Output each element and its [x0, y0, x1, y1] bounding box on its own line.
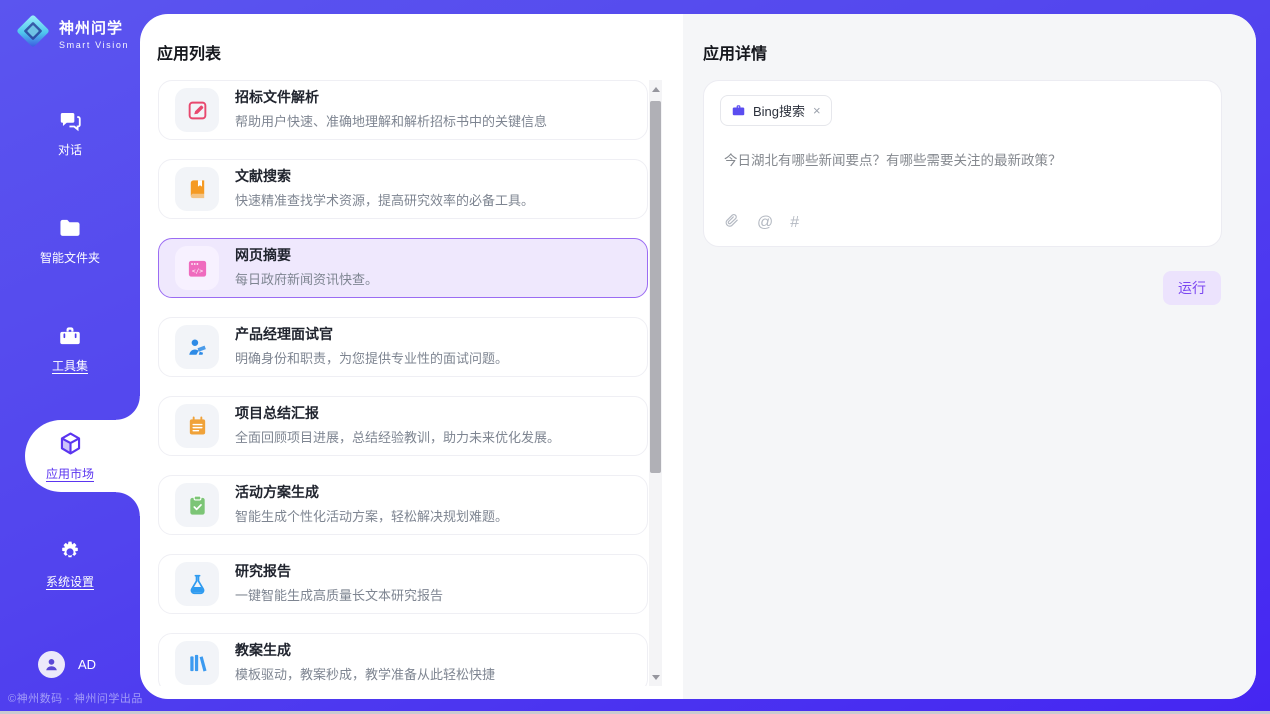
app-name: 项目总结汇报 [235, 406, 560, 420]
attachment-button[interactable]: # [790, 214, 799, 232]
sidebar-nav-label: 系统设置 [46, 573, 94, 590]
report-note-icon [175, 404, 219, 448]
app-name: 研究报告 [235, 564, 443, 578]
tool-tag-bing-search[interactable]: Bing搜索 × [720, 95, 832, 126]
sidebar: 神州问学 Smart Vision 对话 智能文件夹 工具集 应用市场 [0, 0, 140, 714]
cube-icon [57, 430, 84, 457]
app-card[interactable]: 文献搜索 快速精准查找学术资源，提高研究效率的必备工具。 [158, 159, 648, 219]
attachment-button[interactable]: @ [757, 214, 773, 232]
person-icon [43, 656, 60, 673]
scrollbar-thumb[interactable] [650, 101, 661, 473]
attachment-button[interactable] [723, 212, 740, 234]
tool-tag-label: Bing搜索 [753, 101, 805, 120]
tag-close-icon[interactable]: × [813, 103, 821, 118]
user-avatar [38, 651, 65, 678]
sidebar-nav-item[interactable]: 应用市场 [0, 420, 140, 492]
sidebar-nav-label: 工具集 [52, 357, 88, 374]
prompt-input[interactable]: 今日湖北有哪些新闻要点？有哪些需要关注的最新政策？ [724, 151, 1201, 171]
sidebar-nav-item[interactable]: 工具集 [0, 312, 140, 384]
app-list-title: 应用列表 [157, 40, 221, 64]
logo-subtitle: Smart Vision [59, 40, 129, 50]
app-card[interactable]: 产品经理面试官 明确身份和职责，为您提供专业性的面试问题。 [158, 317, 648, 377]
app-description: 快速精准查找学术资源，提高研究效率的必备工具。 [235, 190, 534, 209]
sidebar-nav-label: 应用市场 [46, 465, 94, 482]
research-icon [175, 562, 219, 606]
app-description: 帮助用户快速、准确地理解和解析招标书中的关键信息 [235, 111, 547, 130]
browser-code-icon: </> [175, 246, 219, 290]
app-card[interactable]: 项目总结汇报 全面回顾项目进展，总结经验教训，助力未来优化发展。 [158, 396, 648, 456]
app-card[interactable]: 活动方案生成 智能生成个性化活动方案，轻松解决规划难题。 [158, 475, 648, 535]
app-name: 教案生成 [235, 643, 495, 657]
books-icon [175, 641, 219, 685]
app-card[interactable]: </> 网页摘要 每日政府新闻资讯快查。 [158, 238, 648, 298]
run-button[interactable]: 运行 [1163, 271, 1221, 305]
app-description: 全面回顾项目进展，总结经验教训，助力未来优化发展。 [235, 427, 560, 446]
at-sign-icon: @ [757, 214, 773, 232]
app-name: 文献搜索 [235, 169, 534, 183]
app-description: 一键智能生成高质量长文本研究报告 [235, 585, 443, 604]
copyright-footer: ©神州数码 · 神州问学出品 [8, 690, 143, 706]
paperclip-icon [723, 212, 740, 234]
briefcase-icon [731, 103, 746, 118]
app-detail-title: 应用详情 [703, 40, 767, 64]
sidebar-nav: 对话 智能文件夹 工具集 应用市场 系统设置 [0, 96, 140, 600]
user-account[interactable]: AD [38, 651, 96, 678]
scroll-up-button[interactable] [649, 82, 662, 96]
app-logo: 神州问学 Smart Vision [14, 12, 129, 55]
svg-text:</>: </> [191, 268, 202, 275]
sidebar-nav-item[interactable]: 对话 [0, 96, 140, 168]
app-description: 模板驱动，教案秒成，教学准备从此轻松快捷 [235, 664, 495, 683]
app-description: 智能生成个性化活动方案，轻松解决规划难题。 [235, 506, 508, 525]
logo-diamond-icon [14, 12, 52, 55]
app-name: 活动方案生成 [235, 485, 508, 499]
triangle-down-icon [652, 675, 660, 680]
folder-icon [57, 215, 83, 241]
book-icon [175, 167, 219, 211]
scroll-down-button[interactable] [649, 670, 662, 684]
user-initials: AD [78, 657, 96, 672]
app-card[interactable]: 招标文件解析 帮助用户快速、准确地理解和解析招标书中的关键信息 [158, 80, 648, 140]
attachment-toolbar: @ # [723, 212, 799, 234]
sidebar-nav-label: 对话 [58, 141, 82, 158]
pen-square-icon [175, 88, 219, 132]
app-description: 明确身份和职责，为您提供专业性的面试问题。 [235, 348, 508, 367]
interviewer-icon [175, 325, 219, 369]
toolbox-icon [57, 323, 83, 349]
app-list-scrollbar[interactable] [649, 80, 662, 686]
prompt-card: Bing搜索 × 今日湖北有哪些新闻要点？有哪些需要关注的最新政策？ @ # [703, 80, 1222, 247]
triangle-up-icon [652, 87, 660, 92]
sidebar-nav-label: 智能文件夹 [40, 249, 100, 266]
sidebar-nav-item[interactable]: 系统设置 [0, 528, 140, 600]
hash-icon: # [790, 214, 799, 232]
app-description: 每日政府新闻资讯快查。 [235, 269, 378, 288]
app-name: 产品经理面试官 [235, 327, 508, 341]
app-name: 网页摘要 [235, 248, 378, 262]
logo-title: 神州问学 [59, 17, 129, 38]
app-card[interactable]: 研究报告 一键智能生成高质量长文本研究报告 [158, 554, 648, 614]
app-name: 招标文件解析 [235, 90, 547, 104]
gear-icon [57, 539, 83, 565]
app-list: 招标文件解析 帮助用户快速、准确地理解和解析招标书中的关键信息 文献搜索 快速精… [158, 80, 648, 686]
chat-icon [57, 107, 83, 133]
app-card[interactable]: 教案生成 模板驱动，教案秒成，教学准备从此轻松快捷 [158, 633, 648, 686]
main-content: 应用列表 招标文件解析 帮助用户快速、准确地理解和解析招标书中的关键信息 文献搜… [140, 14, 1256, 699]
sidebar-nav-item[interactable]: 智能文件夹 [0, 204, 140, 276]
clipboard-check-icon [175, 483, 219, 527]
